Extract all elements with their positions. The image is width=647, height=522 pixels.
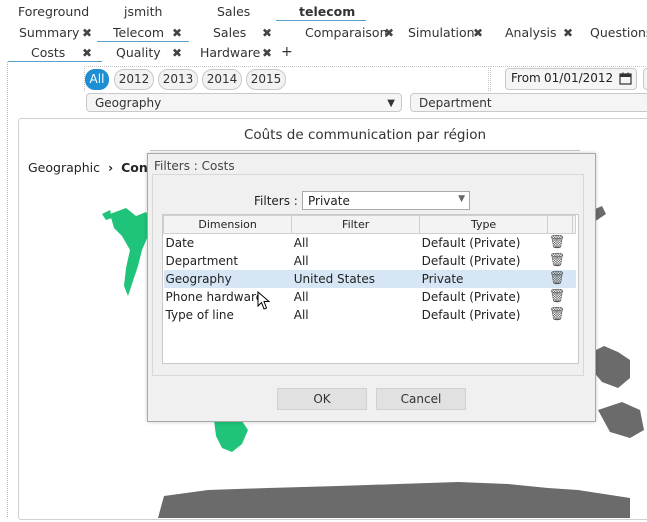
tab-sales-top[interactable]: Sales bbox=[217, 4, 250, 19]
dropdown-arrow-icon: ▼ bbox=[387, 98, 395, 109]
date-filter-value: 01/01/2012 bbox=[544, 71, 614, 85]
date-filter-label: From bbox=[511, 71, 541, 85]
table-header-row: Dimension Filter Type bbox=[162, 215, 576, 234]
cell-type: Default (Private) bbox=[421, 253, 521, 268]
cell-filter: All bbox=[293, 289, 309, 304]
close-icon[interactable]: ✖ bbox=[262, 26, 272, 40]
column-header[interactable]: Dimension bbox=[162, 215, 293, 234]
date-filter-to[interactable] bbox=[643, 68, 647, 90]
add-tab-button[interactable]: + bbox=[281, 44, 293, 60]
filters-table-grid: Dimension Filter Type Date All Default (… bbox=[162, 215, 576, 324]
mouse-cursor-icon bbox=[257, 291, 271, 310]
left-guide bbox=[7, 62, 8, 517]
cell-dimension: Department bbox=[165, 253, 239, 268]
cell-dimension: Type of line bbox=[165, 307, 234, 322]
tab-sales[interactable]: Sales bbox=[213, 25, 246, 40]
cell-filter: All bbox=[293, 235, 309, 250]
trash-cell: 🗑 bbox=[548, 288, 573, 306]
trash-icon[interactable]: 🗑 bbox=[549, 235, 566, 250]
close-icon[interactable]: ✖ bbox=[563, 26, 573, 40]
column-header bbox=[547, 215, 573, 234]
trash-icon[interactable]: 🗑 bbox=[549, 253, 566, 268]
cell-filter: United States bbox=[293, 271, 376, 286]
column-header[interactable]: Filter bbox=[291, 215, 421, 234]
table-row[interactable]: Phone hardware All Default (Private) 🗑 bbox=[164, 288, 576, 306]
cell-filter: All bbox=[293, 253, 309, 268]
cell-type: Default (Private) bbox=[421, 235, 521, 250]
column-header[interactable]: Type bbox=[419, 215, 549, 234]
table-row[interactable]: Department All Default (Private) 🗑 bbox=[164, 252, 576, 270]
table-row-selected[interactable]: Geography United States Private 🗑 bbox=[163, 269, 576, 288]
trash-icon[interactable]: 🗑 bbox=[549, 271, 566, 286]
trash-cell: 🗑 bbox=[548, 270, 573, 288]
cell-filter: All bbox=[293, 307, 309, 322]
active-tab-underline bbox=[97, 41, 189, 42]
tab-simulation[interactable]: Simulation bbox=[408, 25, 475, 40]
filters-select-value: Private bbox=[308, 194, 350, 208]
table-row[interactable]: Type of line All Default (Private) 🗑 bbox=[164, 306, 576, 324]
cancel-button[interactable]: Cancel bbox=[376, 388, 466, 410]
tab-quality[interactable]: Quality bbox=[116, 45, 161, 60]
cell-type: Private bbox=[421, 271, 464, 286]
ok-button[interactable]: OK bbox=[277, 388, 367, 410]
tab-hardware[interactable]: Hardware bbox=[200, 45, 260, 60]
trash-icon[interactable]: 🗑 bbox=[549, 307, 566, 322]
cell-type: Default (Private) bbox=[421, 289, 521, 304]
geography-select-value: Geography bbox=[95, 96, 162, 110]
tab-telecom[interactable]: Telecom bbox=[113, 25, 164, 40]
close-icon[interactable]: ✖ bbox=[172, 26, 182, 40]
close-icon[interactable]: ✖ bbox=[262, 46, 272, 60]
tab-foreground[interactable]: Foreground bbox=[18, 4, 89, 19]
tab-jsmith[interactable]: jsmith bbox=[124, 4, 162, 19]
calendar-icon[interactable] bbox=[619, 72, 632, 85]
tab-telecom-top[interactable]: telecom bbox=[299, 4, 355, 19]
tab-analysis[interactable]: Analysis bbox=[505, 25, 557, 40]
tab-questions[interactable]: Questions bbox=[590, 25, 647, 40]
dialog-title: Filters : Costs bbox=[154, 159, 235, 173]
date-filter[interactable]: From 01/01/2012 bbox=[505, 68, 637, 90]
close-icon[interactable]: ✖ bbox=[473, 26, 483, 40]
chevron-down-icon: ▼ bbox=[458, 194, 465, 204]
department-select-value: Department bbox=[419, 96, 492, 110]
filters-table: Dimension Filter Type Date All Default (… bbox=[162, 214, 579, 364]
filters-select[interactable]: Private ▼ bbox=[302, 191, 470, 210]
cell-type: Default (Private) bbox=[421, 307, 521, 322]
cell-dimension: Date bbox=[165, 235, 195, 250]
table-row[interactable]: Date All Default (Private) 🗑 bbox=[164, 234, 576, 252]
trash-icon[interactable]: 🗑 bbox=[549, 289, 566, 304]
department-select[interactable]: Department bbox=[410, 93, 647, 112]
tab-costs[interactable]: Costs bbox=[31, 45, 65, 60]
close-icon[interactable]: ✖ bbox=[384, 26, 394, 40]
filter-zone bbox=[84, 66, 489, 91]
active-tab-underline bbox=[276, 20, 366, 21]
cell-dimension: Geography bbox=[165, 271, 232, 286]
tab-summary[interactable]: Summary bbox=[19, 25, 79, 40]
geography-select[interactable]: Geography ▼ bbox=[86, 93, 402, 112]
trash-cell: 🗑 bbox=[548, 252, 573, 270]
cell-dimension: Phone hardware bbox=[165, 289, 264, 304]
trash-cell: 🗑 bbox=[548, 234, 573, 252]
active-tab-underline bbox=[8, 61, 102, 62]
close-icon[interactable]: ✖ bbox=[172, 46, 182, 60]
column-header bbox=[572, 215, 576, 234]
filters-label: Filters : bbox=[254, 194, 298, 208]
close-icon[interactable]: ✖ bbox=[82, 46, 92, 60]
filters-dialog: Filters : Costs Filters : Private ▼ Dime… bbox=[147, 153, 596, 422]
tab-comparaison[interactable]: Comparaison bbox=[305, 25, 388, 40]
trash-cell: 🗑 bbox=[548, 306, 573, 324]
close-icon[interactable]: ✖ bbox=[82, 26, 92, 40]
